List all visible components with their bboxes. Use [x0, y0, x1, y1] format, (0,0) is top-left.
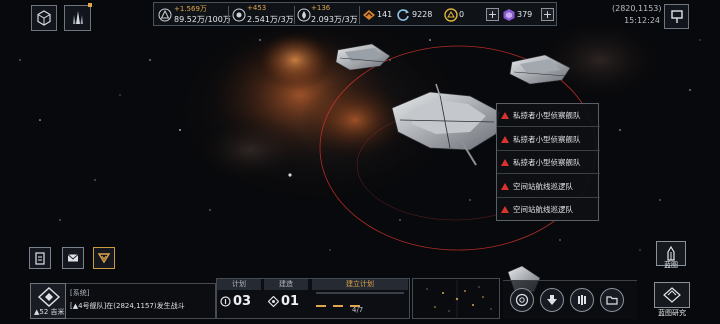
mail-icon — [67, 254, 79, 262]
triangle-crystal-icon — [158, 8, 172, 22]
download-arrow-icon — [547, 295, 557, 305]
blueprint-research-button[interactable] — [654, 282, 690, 308]
research-emblem-icon — [663, 287, 681, 303]
add-gem-button[interactable]: + — [541, 8, 554, 21]
plan-progress-bar — [316, 292, 404, 307]
target-item-1[interactable]: 私掠者小型侦察舰队 — [497, 104, 600, 127]
clock: 15:12:24 — [624, 16, 660, 25]
resource-2-value: 2.541万/3万 — [247, 15, 294, 24]
notification-dot — [88, 3, 92, 7]
scan-button[interactable] — [510, 288, 534, 312]
hostile-triangle-icon — [501, 158, 509, 166]
commander-emblem-icon — [37, 287, 61, 307]
marker-button[interactable] — [664, 4, 689, 29]
clipboard-icon — [35, 252, 45, 265]
blueprint-research-label: 蓝图研究 — [658, 309, 686, 317]
flag-marker-icon — [670, 9, 683, 23]
fleet-command-button[interactable] — [570, 288, 594, 312]
add-gold-button[interactable]: + — [486, 8, 499, 21]
target-list-menu: 私掠者小型侦察舰队 私掠者小型侦察舰队 私掠者小型侦察舰队 空间站航线巡逻队 空… — [496, 103, 600, 221]
resource-1-increment: +1.569万 — [174, 5, 207, 13]
location-time-panel: (2820,1153) 15:12:24 — [612, 3, 662, 30]
target-item-2[interactable]: 私掠者小型侦察舰队 — [497, 128, 600, 151]
collect-button[interactable] — [540, 288, 564, 312]
plan-progress: 4/7 — [352, 306, 364, 314]
build-count: 01 — [281, 294, 300, 309]
minimap-graphic — [426, 280, 492, 319]
resource-7-value: 379 — [517, 10, 533, 19]
coordinates: (2820,1153) — [612, 4, 662, 13]
resource-5-value: 9228 — [412, 10, 433, 19]
hostile-triangle-icon — [501, 182, 509, 190]
gold-chevron-icon — [97, 253, 111, 264]
chevron-badge-icon — [363, 10, 375, 20]
commander-level: ▲52 吉米 — [34, 308, 65, 316]
radar-icon — [515, 293, 529, 307]
hostile-triangle-icon — [501, 206, 509, 213]
orb-resource-icon — [232, 8, 246, 22]
spire-icon — [72, 11, 83, 24]
blueprint-label: 蓝图 — [664, 261, 678, 269]
build-icon — [268, 296, 279, 307]
fleet-formation-icon — [578, 295, 586, 305]
alliance-button[interactable] — [93, 247, 115, 269]
resource-4-value: 141 — [377, 10, 393, 19]
chat-message: [▲4号舰队]在(2824,1157)发生战斗 — [70, 302, 185, 310]
tab-build[interactable]: 建造 — [264, 279, 308, 290]
gold-coin-icon — [444, 8, 458, 22]
target-item-5[interactable]: 空间站航线巡逻队 — [497, 198, 600, 221]
hex-menu-button[interactable] — [31, 5, 57, 31]
resource-3-value: 2.093万/3万 — [311, 15, 358, 24]
folder-button[interactable] — [600, 288, 624, 312]
space-map[interactable] — [0, 0, 720, 324]
mail-button[interactable] — [62, 247, 84, 269]
hexagon-cube-icon — [37, 10, 51, 26]
resource-2-increment: +453 — [247, 4, 267, 12]
chat-channel: [系统] — [70, 289, 90, 297]
folder-icon — [606, 296, 618, 305]
resource-1-value: 89.52万/100万 — [174, 15, 231, 24]
refresh-token-icon — [397, 9, 409, 21]
plan-count: 03 — [233, 294, 252, 309]
plan-icon — [220, 296, 231, 307]
resource-bar: +1.569万 89.52万/100万 +453 2.541万/3万 +136 … — [153, 2, 557, 26]
droplet-resource-icon — [297, 8, 311, 22]
tab-build-plan[interactable]: 建立计划 — [312, 279, 408, 290]
task-button[interactable] — [29, 247, 51, 269]
fleet-button[interactable] — [64, 5, 91, 31]
target-item-4[interactable]: 空间站航线巡逻队 — [497, 175, 600, 198]
target-item-3[interactable]: 私掠者小型侦察舰队 — [497, 151, 600, 174]
hostile-triangle-icon — [501, 111, 509, 119]
resource-3-increment: +136 — [311, 4, 331, 12]
minimap[interactable] — [412, 278, 500, 319]
resource-6-value: 0 — [459, 10, 465, 19]
tab-plan[interactable]: 计划 — [217, 279, 261, 290]
hostile-triangle-icon — [501, 135, 509, 143]
purple-gem-icon — [503, 9, 515, 21]
